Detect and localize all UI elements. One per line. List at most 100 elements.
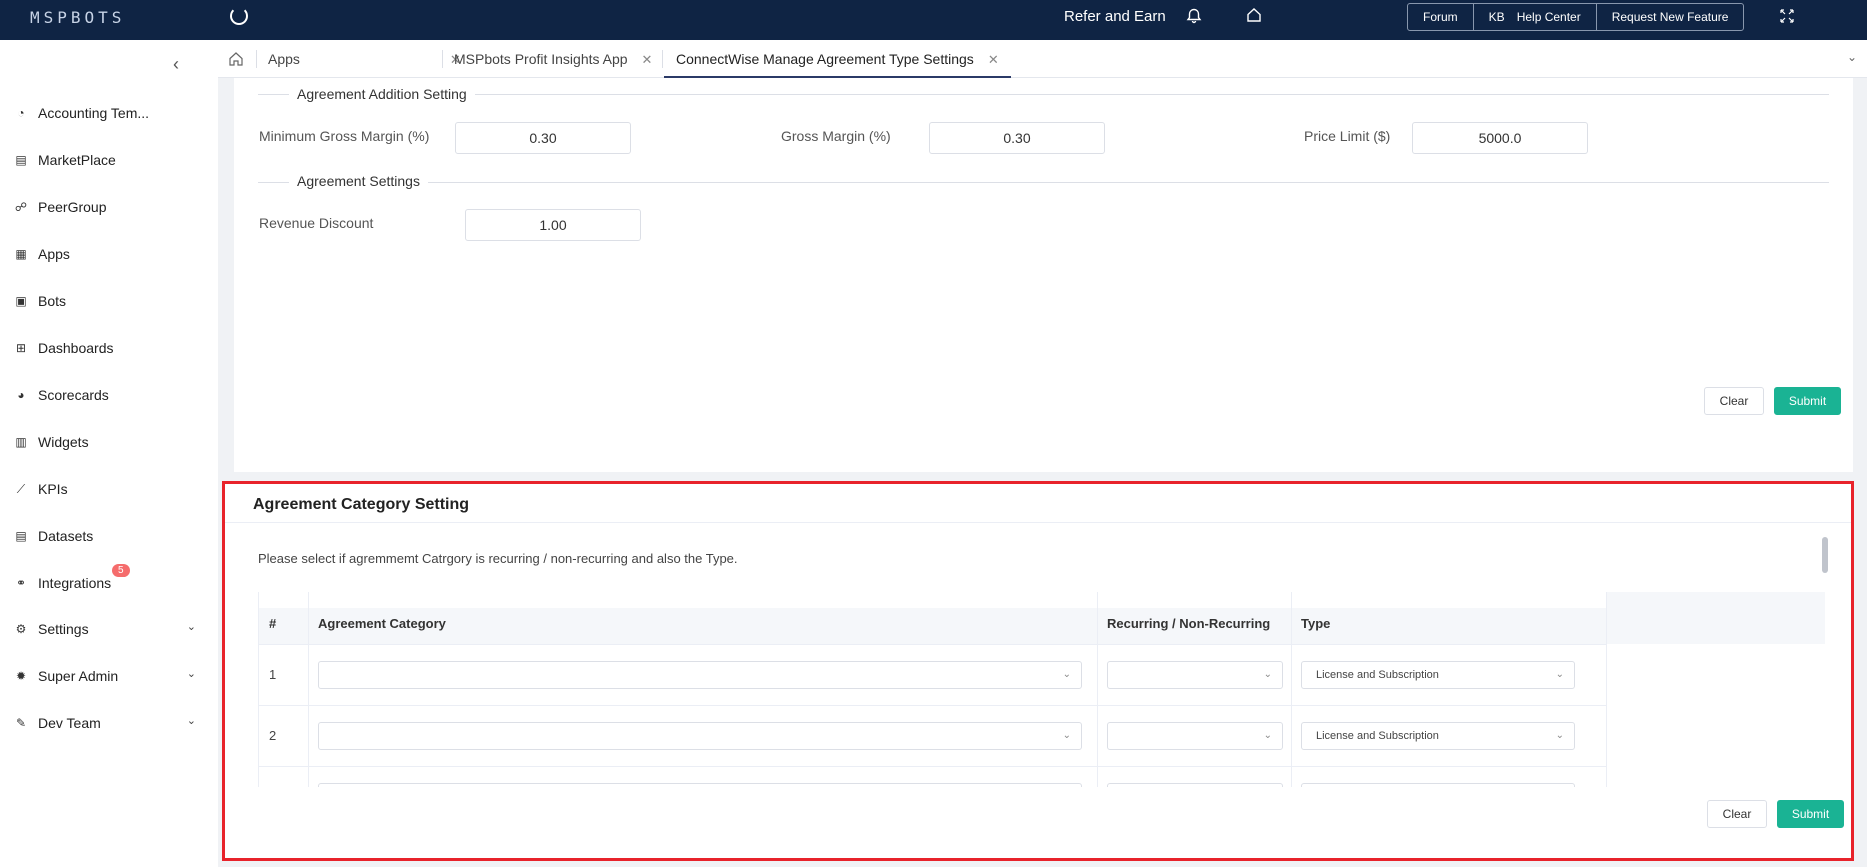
- request-feature-button[interactable]: Request New Feature: [1597, 4, 1744, 30]
- sidebar-item-scorecards[interactable]: ◕ Scorecards: [14, 384, 204, 406]
- type-select[interactable]: License and Subscription ⌄: [1301, 722, 1575, 750]
- sidebar-item-label: KPIs: [38, 481, 68, 497]
- sidebar-item-apps[interactable]: ▦ Apps: [14, 243, 204, 265]
- agreement-category-select[interactable]: [318, 783, 1082, 787]
- close-icon[interactable]: ✕: [642, 52, 653, 67]
- column-header-category: Agreement Category: [318, 616, 446, 631]
- chevron-down-icon: ⌄: [186, 621, 196, 633]
- pie-icon: ◕: [17, 388, 25, 402]
- tab-apps[interactable]: Apps ✕: [268, 40, 461, 78]
- price-limit-input[interactable]: 5000.0: [1412, 122, 1588, 154]
- revenue-discount-input[interactable]: 1.00: [465, 209, 641, 241]
- people-icon: ☍: [14, 200, 28, 214]
- tab-separator: [256, 50, 257, 68]
- bell-icon[interactable]: [1186, 8, 1202, 24]
- sidebar-item-label: Integrations: [38, 575, 112, 591]
- sidebar-item-label: Dashboards: [38, 340, 114, 356]
- sidebar-item-bots[interactable]: ▣ Bots: [14, 290, 204, 312]
- column-header-recurring: Recurring / Non-Recurring: [1107, 616, 1271, 631]
- sidebar-item-integrations[interactable]: ⚭ Integrations: [14, 572, 204, 594]
- help-center-button[interactable]: Help Center: [1511, 4, 1597, 30]
- close-icon[interactable]: ✕: [988, 52, 999, 67]
- agreement-category-table: # Agreement Category Recurring / Non-Rec…: [258, 592, 1825, 787]
- sidebar-item-super-admin[interactable]: ✹ Super Admin ⌄: [14, 665, 204, 687]
- chevron-down-icon: ⌄: [1062, 669, 1071, 680]
- bot-icon: ▣: [15, 294, 27, 308]
- section-divider: [258, 182, 1829, 183]
- kb-button[interactable]: KB: [1474, 4, 1511, 30]
- gross-margin-label: Gross Margin (%): [781, 128, 891, 144]
- section-divider: [258, 94, 1829, 95]
- admin-gear-icon: ✹: [15, 669, 27, 683]
- column-header-type: Type: [1301, 616, 1331, 631]
- gross-margin-input[interactable]: 0.30: [929, 122, 1105, 154]
- type-select[interactable]: [1301, 783, 1575, 787]
- column-separator: [1606, 592, 1607, 787]
- gauge-icon: ◔: [17, 106, 25, 120]
- sidebar-item-dashboards[interactable]: ⊞ Dashboards: [14, 337, 204, 359]
- submit-button[interactable]: Submit: [1774, 387, 1841, 415]
- table-row: [259, 766, 1606, 787]
- forum-button[interactable]: Forum: [1408, 4, 1474, 30]
- sidebar-item-settings[interactable]: ⚙ Settings ⌄: [14, 618, 204, 640]
- store-icon: ▤: [15, 153, 27, 167]
- agreement-settings-panel: Agreement Addition Setting Minimum Gross…: [234, 78, 1853, 472]
- clear-button[interactable]: Clear: [1704, 387, 1764, 415]
- table-header: # Agreement Category Recurring / Non-Rec…: [259, 592, 1825, 644]
- collapse-sidebar-icon[interactable]: ‹: [173, 54, 179, 75]
- tab-profit-insights[interactable]: MSPbots Profit Insights App ✕: [454, 40, 652, 78]
- panel-divider: [225, 522, 1851, 523]
- agreement-settings-title: Agreement Settings: [289, 173, 428, 189]
- tab-separator: [442, 50, 443, 68]
- sidebar-item-widgets[interactable]: ▥ Widgets: [14, 431, 204, 453]
- table-header-background: [259, 608, 1825, 644]
- min-gross-margin-input[interactable]: 0.30: [455, 122, 631, 154]
- recurring-select[interactable]: ⌄: [1107, 722, 1283, 750]
- sidebar-item-kpis[interactable]: ⟋ KPIs: [14, 478, 204, 500]
- agreement-category-select[interactable]: ⌄: [318, 722, 1082, 750]
- gear-icon: ⚙: [15, 622, 27, 636]
- table-icon: ⊞: [15, 341, 27, 355]
- recurring-select[interactable]: [1107, 783, 1283, 787]
- sidebar-item-dev-team[interactable]: ✎ Dev Team ⌄: [14, 712, 204, 734]
- sidebar-item-label: Accounting Tem...: [38, 105, 150, 121]
- widget-icon: ▥: [15, 435, 27, 449]
- sync-icon[interactable]: [230, 7, 248, 25]
- sidebar-item-label: Settings: [38, 621, 89, 637]
- tab-label: ConnectWise Manage Agreement Type Settin…: [676, 51, 974, 67]
- chevron-down-icon: ⌄: [1555, 669, 1564, 680]
- column-header-number: #: [269, 616, 277, 631]
- chevron-down-icon: ⌄: [1555, 730, 1564, 741]
- wrench-icon: ✎: [15, 716, 27, 730]
- recurring-select[interactable]: ⌄: [1107, 661, 1283, 689]
- table-row: 1 ⌄ ⌄ License and Subscription ⌄: [259, 644, 1606, 705]
- fullscreen-icon[interactable]: [1780, 9, 1794, 23]
- top-button-group: Forum KB Help Center Request New Feature: [1407, 3, 1745, 31]
- tabs-dropdown-icon[interactable]: ⌄: [1847, 50, 1857, 64]
- sidebar-item-label: Bots: [38, 293, 67, 309]
- sidebar-item-marketplace[interactable]: ▤ MarketPlace: [14, 149, 204, 171]
- refer-and-earn-link[interactable]: Refer and Earn: [1064, 8, 1166, 25]
- tab-bar: Apps ✕ MSPbots Profit Insights App ✕ Conne…: [218, 40, 1867, 78]
- home-tab-icon[interactable]: [228, 51, 244, 67]
- sidebar-item-label: MarketPlace: [38, 152, 116, 168]
- mspbots-logo[interactable]: MSPBOTS: [30, 8, 125, 27]
- sidebar-item-accounting[interactable]: ◔ Accounting Tem...: [14, 102, 204, 124]
- sidebar-item-datasets[interactable]: ▤ Datasets: [14, 525, 204, 547]
- clear-button[interactable]: Clear: [1707, 800, 1767, 828]
- table-scrollbar[interactable]: [1822, 537, 1828, 787]
- agreement-category-select[interactable]: ⌄: [318, 661, 1082, 689]
- submit-button[interactable]: Submit: [1777, 800, 1844, 828]
- sidebar-item-peergroup[interactable]: ☍ PeerGroup: [14, 196, 204, 218]
- tab-agreement-type-settings[interactable]: ConnectWise Manage Agreement Type Settin…: [664, 40, 1011, 78]
- panel-title: Agreement Category Setting: [253, 496, 470, 513]
- sidebar-item-label: Datasets: [38, 528, 94, 544]
- sidebar-item-label: Super Admin: [38, 668, 119, 684]
- sidebar-item-label: Scorecards: [38, 387, 109, 403]
- line-chart-icon: ⟋: [16, 481, 26, 496]
- scrollbar-thumb[interactable]: [1822, 537, 1828, 573]
- home-icon[interactable]: [1246, 7, 1262, 23]
- tab-separator: [662, 50, 663, 68]
- dataset-icon: ▤: [15, 529, 27, 543]
- type-select[interactable]: License and Subscription ⌄: [1301, 661, 1575, 689]
